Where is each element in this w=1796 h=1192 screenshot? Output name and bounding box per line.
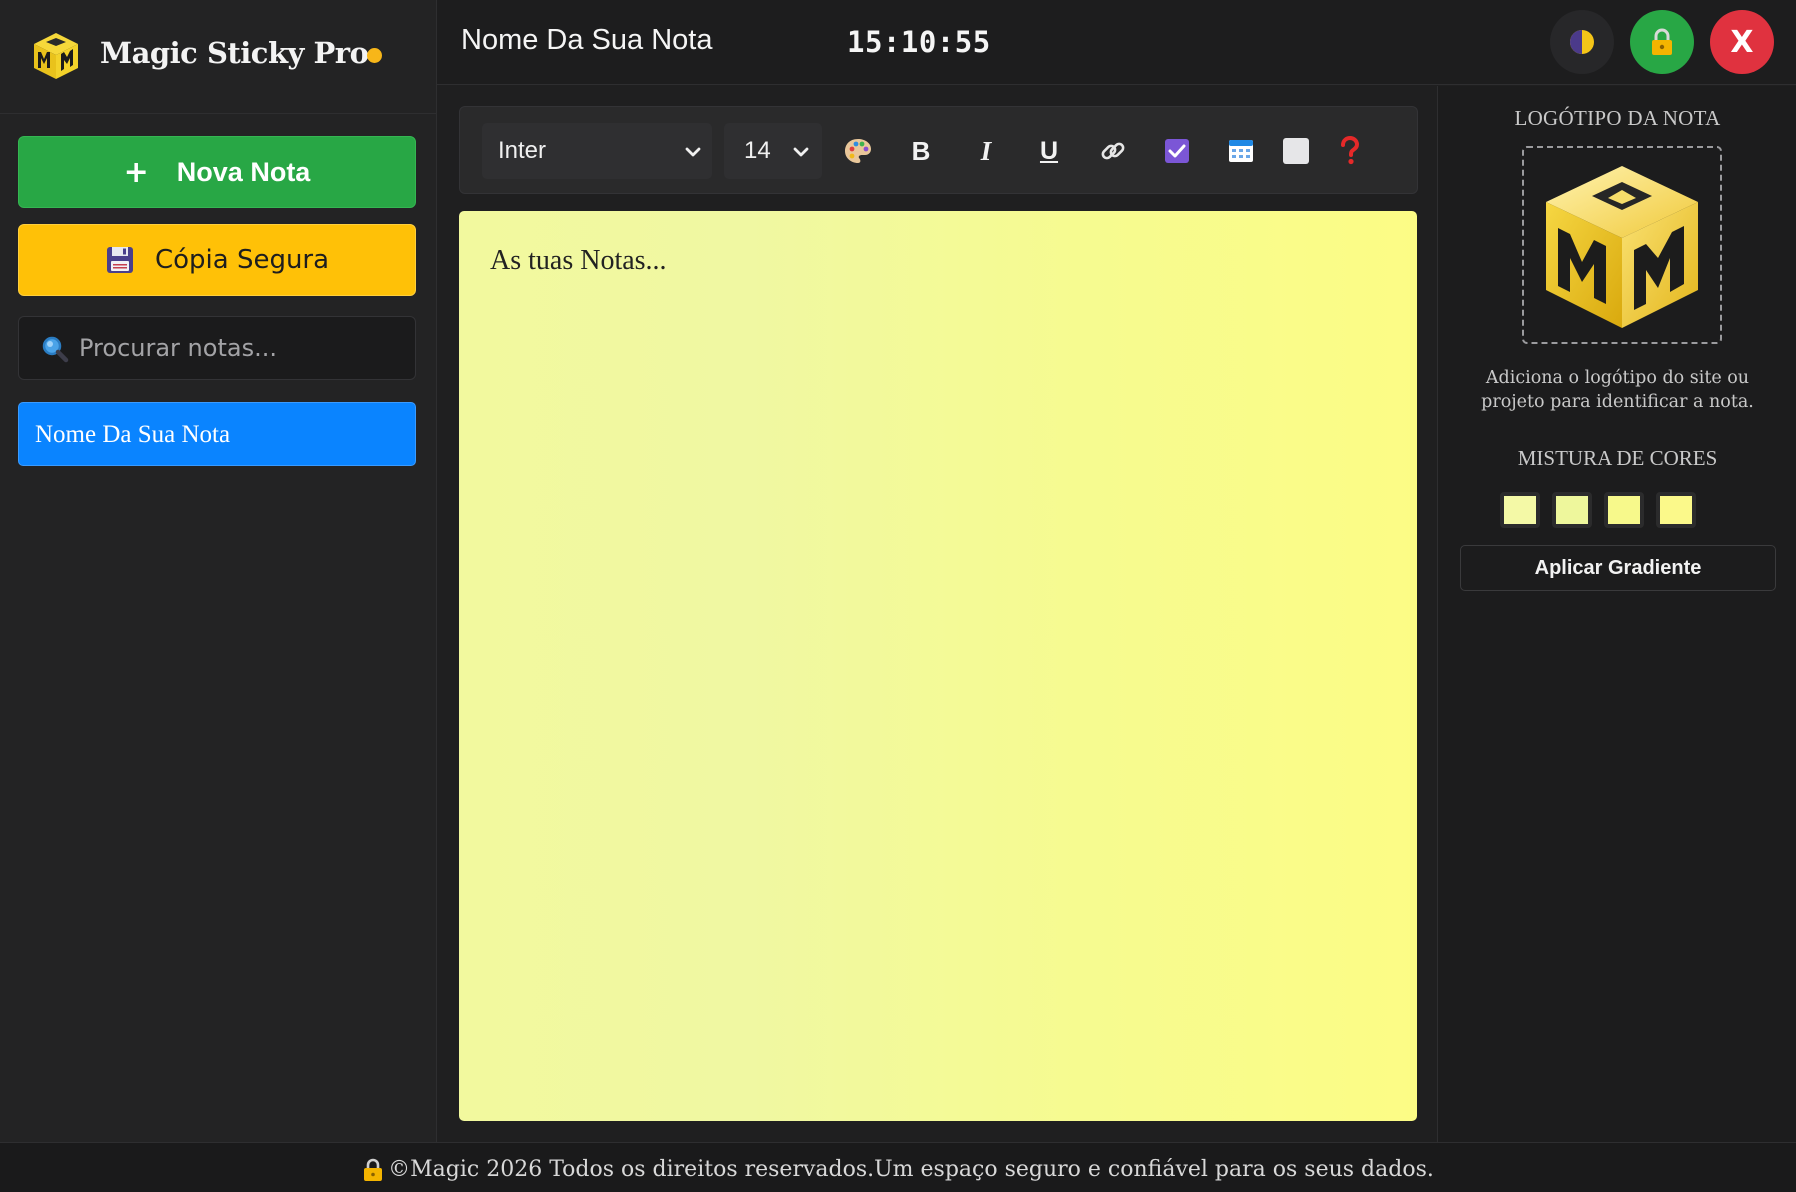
color-swatch[interactable] [1604,492,1644,528]
underline-button[interactable]: U [1025,127,1073,175]
table-icon [1229,140,1253,162]
checkbox-icon [1165,139,1189,163]
half-moon-icon [1570,30,1594,54]
color-swatch[interactable] [1500,492,1540,528]
chevron-down-icon [793,147,809,157]
app-title: Magic Sticky Pro [100,36,369,70]
secure-backup-button[interactable]: Cópia Segura [18,224,416,296]
bold-label: B [911,135,931,166]
font-size-select[interactable]: 14 [724,123,822,179]
checklist-button[interactable] [1153,127,1201,175]
color-mix-heading: MISTURA DE CORES [1517,446,1718,470]
font-size-value: 14 [744,137,771,164]
plus-icon: + [123,154,149,190]
background-color-button[interactable] [1272,127,1320,175]
right-panel: LOGÓTIPO DA NOTA Adiciona o logótipo do … [1437,86,1796,1142]
magnifier-icon [42,336,69,363]
underline-label: U [1039,136,1059,165]
color-swatch[interactable] [1656,492,1696,528]
italic-label: I [980,135,992,166]
theme-toggle-button[interactable] [1550,10,1614,74]
mm-cube-logo-icon [1546,166,1698,328]
sidebar: Magic Sticky Pro + Nova Nota Cópia Segur… [0,0,437,1142]
insert-table-button[interactable] [1217,127,1265,175]
padlock-icon [1652,28,1672,55]
padlock-icon [364,1158,383,1181]
help-button[interactable] [1326,127,1374,175]
link-icon [1101,142,1125,160]
chevron-down-icon [685,147,701,157]
color-swatch[interactable] [1552,492,1592,528]
italic-button[interactable]: I [962,127,1010,175]
lock-button[interactable] [1630,10,1694,74]
footer: ©Magic 2026 Todos os direitos reservados… [0,1142,1796,1192]
clock-display: 15:10:55 [847,25,991,59]
question-icon [1341,136,1360,165]
search-box [18,316,416,380]
editor-placeholder: As tuas Notas... [490,245,667,276]
logo-heading: LOGÓTIPO DA NOTA [1514,106,1721,130]
close-button[interactable]: X [1710,10,1774,74]
font-family-value: Inter [498,137,547,164]
square-icon [1283,138,1309,164]
note-editor[interactable]: As tuas Notas... [459,211,1417,1121]
note-list-item[interactable]: Nome Da Sua Nota [18,402,416,466]
new-note-label: Nova Nota [176,156,311,187]
text-color-button[interactable] [834,127,882,175]
bold-button[interactable]: B [897,127,945,175]
footer-text: ©Magic 2026 Todos os direitos reservados… [388,1157,1434,1182]
top-bar: Nome Da Sua Nota 15:10:55 X [437,0,1796,85]
new-note-button[interactable]: + Nova Nota [18,136,416,208]
mm-cube-logo-icon [34,33,78,79]
brand-header: Magic Sticky Pro [0,0,436,114]
logo-description: Adiciona o logótipo do site ou projeto p… [1481,368,1754,412]
logo-upload-area[interactable] [1522,146,1722,344]
close-label: X [1730,24,1754,60]
floppy-disk-icon [106,247,133,273]
formatting-toolbar: Inter 14 B I U [459,106,1418,194]
insert-link-button[interactable] [1089,127,1137,175]
font-family-select[interactable]: Inter [482,123,712,179]
secure-backup-label: Cópia Segura [154,245,330,275]
status-indicator [367,48,382,63]
note-title[interactable]: Nome Da Sua Nota [461,24,712,57]
footer-content: ©Magic 2026 Todos os direitos reservados… [362,1157,1434,1182]
apply-gradient-button[interactable]: Aplicar Gradiente [1460,545,1776,591]
search-input[interactable] [79,317,409,379]
palette-icon [845,139,871,163]
